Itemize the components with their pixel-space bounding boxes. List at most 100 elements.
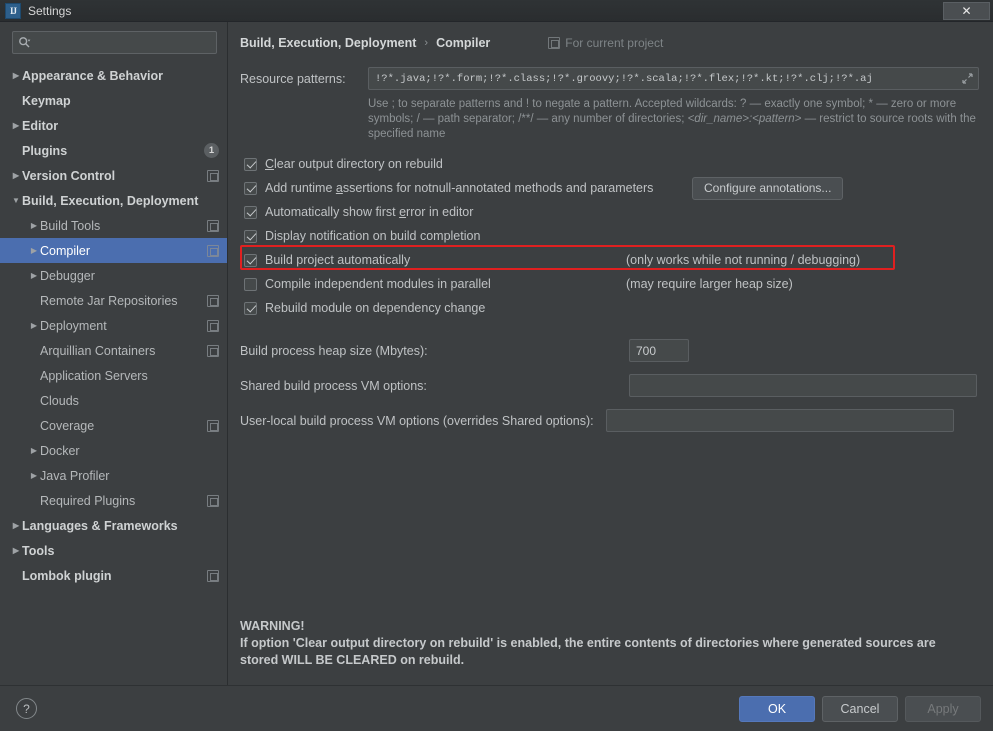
sidebar-item-debugger[interactable]: ▶ Debugger (0, 263, 227, 288)
settings-window: IJ Settings ✕ ▶ Appearance & Behavior Keym… (0, 0, 993, 731)
resource-patterns-hint: Use ; to separate patterns and ! to nega… (368, 97, 979, 142)
close-icon[interactable]: ✕ (943, 2, 990, 20)
checkbox-add-runtime-assertions-for-notnull-annotated-methods-and-parameters[interactable] (244, 181, 257, 195)
checkbox-label[interactable]: Compile independent modules in parallel (265, 277, 491, 291)
search-input[interactable] (32, 36, 211, 49)
input-shared-build-process-vm-options[interactable] (629, 374, 977, 397)
project-scope-icon (207, 219, 219, 232)
sidebar-item-version-control[interactable]: ▶ Version Control (0, 163, 227, 188)
chevron-right-icon[interactable]: ▶ (28, 271, 40, 280)
sidebar-item-compiler[interactable]: ▶ Compiler (0, 238, 227, 263)
sidebar-item-label: Build, Execution, Deployment (22, 193, 199, 208)
sidebar-item-label: Clouds (40, 393, 79, 408)
search-box[interactable] (12, 31, 217, 54)
input-build-process-heap-size-mbytes[interactable] (629, 339, 689, 362)
window-title: Settings (28, 3, 72, 18)
sidebar-item-required-plugins[interactable]: Required Plugins (0, 488, 227, 513)
sidebar-item-label: Remote Jar Repositories (40, 293, 178, 308)
checkbox-label[interactable]: Automatically show first error in editor (265, 205, 473, 219)
resource-patterns-row: Resource patterns: !?*.java;!?*.form;!?*… (240, 67, 979, 90)
chevron-right-icon[interactable]: ▶ (28, 246, 40, 255)
checkbox-clear-output-directory-on-rebuild[interactable] (244, 157, 257, 171)
chevron-right-icon[interactable]: ▶ (10, 171, 22, 180)
sidebar-item-label: Editor (22, 118, 59, 133)
configure-annotations-button[interactable]: Configure annotations... (692, 176, 844, 200)
sidebar-item-remote-jar-repositories[interactable]: Remote Jar Repositories (0, 288, 227, 313)
field-label: Shared build process VM options: (240, 378, 427, 393)
sidebar-item-clouds[interactable]: Clouds (0, 388, 227, 413)
project-scope-note: For current project (548, 36, 663, 50)
sidebar-item-label: Compiler (40, 243, 91, 258)
checkbox-row: Rebuild module on dependency change (240, 296, 979, 320)
help-icon[interactable]: ? (16, 698, 37, 719)
sidebar-item-java-profiler[interactable]: ▶ Java Profiler (0, 463, 227, 488)
resource-patterns-field[interactable]: !?*.java;!?*.form;!?*.class;!?*.groovy;!… (368, 67, 979, 90)
hint-line-2b: — restrict to source roots (801, 113, 934, 125)
field-row: Build process heap size (Mbytes): (240, 333, 979, 368)
apply-button[interactable]: Apply (905, 695, 981, 722)
sidebar-item-build-tools[interactable]: ▶ Build Tools (0, 213, 227, 238)
checkbox-display-notification-on-build-completion[interactable] (244, 229, 257, 243)
checkbox-automatically-show-first-error-in-editor[interactable] (244, 205, 257, 219)
sidebar-item-appearance-behavior[interactable]: ▶ Appearance & Behavior (0, 63, 227, 88)
sidebar-item-deployment[interactable]: ▶ Deployment (0, 313, 227, 338)
resource-patterns-value: !?*.java;!?*.form;!?*.class;!?*.groovy;!… (375, 72, 873, 85)
warning-line-1: If option 'Clear output directory on reb… (240, 636, 936, 650)
title-bar: IJ Settings ✕ (0, 0, 993, 22)
chevron-right-icon[interactable]: ▶ (10, 121, 22, 130)
sidebar-item-build-execution-deployment[interactable]: ▼ Build, Execution, Deployment (0, 188, 227, 213)
checkbox-rebuild-module-on-dependency-change[interactable] (244, 301, 257, 315)
settings-tree: ▶ Appearance & Behavior Keymap ▶ Editor Plugi… (0, 60, 227, 685)
cancel-button[interactable]: Cancel (822, 695, 898, 722)
chevron-down-icon[interactable]: ▼ (10, 196, 22, 205)
sidebar-item-label: Java Profiler (40, 468, 110, 483)
chevron-right-icon[interactable]: ▶ (28, 221, 40, 230)
checkbox-label[interactable]: Add runtime assertions for notnull-annot… (265, 181, 653, 195)
checkbox-label[interactable]: Rebuild module on dependency change (265, 301, 485, 315)
sidebar-item-label: Docker (40, 443, 80, 458)
sidebar-item-arquillian-containers[interactable]: Arquillian Containers (0, 338, 227, 363)
sidebar-item-coverage[interactable]: Coverage (0, 413, 227, 438)
sidebar-item-label: Deployment (40, 318, 107, 333)
checkbox-build-project-automatically[interactable] (244, 253, 257, 267)
sidebar-item-editor[interactable]: ▶ Editor (0, 113, 227, 138)
breadcrumb: Build, Execution, Deployment › Compiler … (240, 32, 979, 54)
hint-line-2-italic: <dir_name>:<pattern> (687, 113, 802, 125)
sidebar-item-lombok-plugin[interactable]: Lombok plugin (0, 563, 227, 588)
sidebar-item-tools[interactable]: ▶ Tools (0, 538, 227, 563)
sidebar-item-label: Tools (22, 543, 55, 558)
hint-line-1: Use ; to separate patterns and ! to nega… (368, 98, 957, 110)
chevron-right-icon[interactable]: ▶ (10, 71, 22, 80)
sidebar-item-label: Appearance & Behavior (22, 68, 164, 83)
chevron-right-icon[interactable]: ▶ (28, 446, 40, 455)
checkbox-label[interactable]: Build project automatically (265, 253, 410, 267)
checkbox-compile-independent-modules-in-parallel[interactable] (244, 277, 257, 291)
sidebar-item-application-servers[interactable]: Application Servers (0, 363, 227, 388)
sidebar-item-keymap[interactable]: Keymap (0, 88, 227, 113)
project-scope-icon (207, 294, 219, 307)
sidebar-item-label: Build Tools (40, 218, 101, 233)
warning-text: WARNING! If option 'Clear output directo… (240, 618, 979, 685)
chevron-right-icon[interactable]: ▶ (28, 471, 40, 480)
sidebar-item-docker[interactable]: ▶ Docker (0, 438, 227, 463)
field-label: User-local build process VM options (ove… (240, 413, 594, 428)
sidebar-item-label: Debugger (40, 268, 95, 283)
input-user-local-build-process-vm-options-overrides-shared-options[interactable] (605, 409, 954, 432)
chevron-right-icon[interactable]: ▶ (10, 546, 22, 555)
checkbox-label[interactable]: Display notification on build completion (265, 229, 480, 243)
expand-icon[interactable] (961, 72, 974, 85)
sidebar-item-languages-frameworks[interactable]: ▶ Languages & Frameworks (0, 513, 227, 538)
project-scope-label: For current project (565, 36, 664, 50)
checkbox-label[interactable]: Clear output directory on rebuild (265, 157, 443, 171)
field-label: Build process heap size (Mbytes): (240, 343, 428, 358)
warning-title: WARNING! (240, 619, 305, 633)
chevron-right-icon[interactable]: ▶ (10, 521, 22, 530)
ok-button[interactable]: OK (739, 695, 815, 722)
field-row: Shared build process VM options: (240, 368, 979, 403)
chevron-right-icon[interactable]: ▶ (28, 321, 40, 330)
project-scope-icon (207, 244, 219, 257)
breadcrumb-parent[interactable]: Build, Execution, Deployment (240, 36, 416, 50)
compiler-options-list: Clear output directory on rebuild Add run… (240, 152, 979, 320)
sidebar-item-plugins[interactable]: Plugins 1 (0, 138, 227, 163)
